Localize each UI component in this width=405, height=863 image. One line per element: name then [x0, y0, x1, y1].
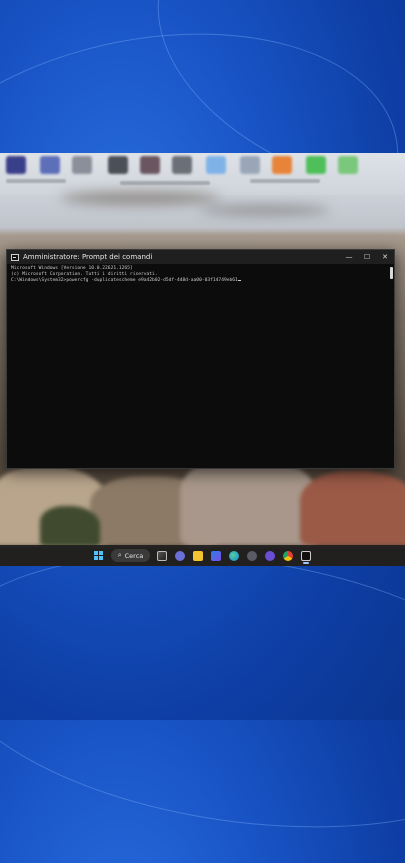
rock [40, 506, 100, 546]
windows-start-icon[interactable] [90, 547, 108, 565]
command-line: C:\Windows\System32>powercfg -duplicates… [11, 278, 390, 284]
search-label: Cerca [124, 551, 144, 560]
rock [180, 456, 320, 546]
blurred-app-icon [40, 156, 60, 174]
blurred-app-icon [72, 156, 92, 174]
running-indicator [303, 562, 310, 564]
rock [300, 471, 405, 546]
blurred-text [6, 179, 66, 183]
desktop-screen: Amministratore: Prompt dei comandi — ☐ ✕… [0, 153, 405, 566]
blurred-toolbar [0, 153, 405, 195]
microsoft-store-icon[interactable] [207, 547, 225, 565]
blurred-app-icon [306, 156, 326, 174]
text-cursor [237, 280, 241, 281]
maximize-button[interactable]: ☐ [358, 250, 376, 264]
blurred-app-icon [172, 156, 192, 174]
taskbar: ⌕ Cerca [0, 545, 405, 566]
teams-chat-icon[interactable] [171, 547, 189, 565]
chrome-icon[interactable] [279, 547, 297, 565]
file-explorer-icon[interactable] [189, 547, 207, 565]
window-controls: — ☐ ✕ [340, 250, 394, 264]
background-swirl [0, 519, 405, 863]
blurred-text [250, 179, 320, 183]
console-output[interactable]: Microsoft Windows [Versione 10.0.22621.1… [7, 264, 394, 286]
scrollbar[interactable] [390, 267, 393, 279]
command-prompt-window[interactable]: Amministratore: Prompt dei comandi — ☐ ✕… [6, 249, 395, 469]
blurred-app-icon [6, 156, 26, 174]
taskbar-search[interactable]: ⌕ Cerca [110, 549, 151, 562]
title-bar[interactable]: Amministratore: Prompt dei comandi — ☐ ✕ [7, 250, 394, 264]
blurred-app-icon [108, 156, 128, 174]
cloud [200, 205, 330, 215]
terminal-icon[interactable] [297, 547, 315, 565]
blurred-text [120, 181, 210, 185]
minimize-button[interactable]: — [340, 250, 358, 264]
cloud [60, 191, 220, 205]
close-button[interactable]: ✕ [376, 250, 394, 264]
terminal-icon [11, 253, 19, 261]
blurred-app-icon [338, 156, 358, 174]
blurred-app-icon [140, 156, 160, 174]
search-icon: ⌕ [117, 551, 122, 559]
command-text: C:\Windows\System32>powercfg -duplicates… [11, 278, 238, 283]
blurred-app-icon [206, 156, 226, 174]
blurred-app-icon [272, 156, 292, 174]
settings-icon[interactable] [243, 547, 261, 565]
window-title: Amministratore: Prompt dei comandi [23, 253, 153, 261]
media-player-icon[interactable] [261, 547, 279, 565]
edge-icon[interactable] [225, 547, 243, 565]
task-view-icon[interactable] [153, 547, 171, 565]
blurred-app-icon [240, 156, 260, 174]
